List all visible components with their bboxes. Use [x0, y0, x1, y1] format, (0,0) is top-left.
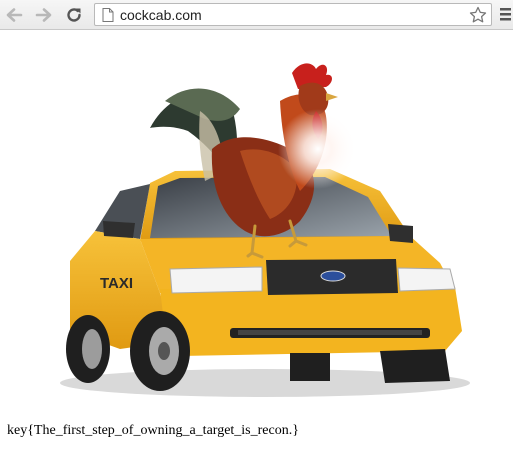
- hamburger-menu-icon[interactable]: [500, 8, 511, 21]
- browser-toolbar: cockcab.com: [0, 0, 513, 30]
- back-arrow-icon: [6, 8, 23, 22]
- rooster-taxi-image: TAXI: [60, 63, 470, 397]
- page-icon: [102, 8, 114, 22]
- key-text: key{The_first_step_of_owning_a_target_is…: [7, 423, 299, 438]
- star-icon[interactable]: [469, 6, 487, 24]
- forward-arrow-icon: [35, 8, 52, 22]
- taxi-sign: TAXI: [100, 275, 133, 292]
- address-bar[interactable]: cockcab.com: [94, 3, 492, 26]
- forward-button[interactable]: [33, 4, 55, 26]
- reload-icon: [67, 8, 81, 22]
- reload-button[interactable]: [63, 4, 85, 26]
- back-button[interactable]: [3, 4, 25, 26]
- url-text[interactable]: cockcab.com: [120, 7, 202, 23]
